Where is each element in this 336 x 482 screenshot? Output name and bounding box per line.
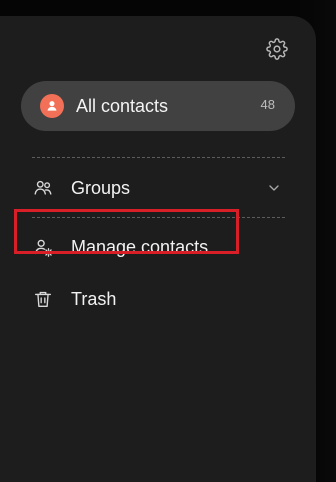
groups-menu-item[interactable]: Groups [22,167,297,209]
groups-label: Groups [71,178,131,198]
groups-icon [32,177,54,199]
trash-label: Trash [71,289,117,309]
chevron-down-icon [266,180,282,196]
person-icon [40,94,64,118]
manage-contacts-icon [32,236,54,258]
gear-icon [266,37,288,63]
settings-button[interactable] [263,36,291,64]
app-screen: All contacts 48 Groups Manage contacts T… [0,0,336,482]
all-contacts-label: All contacts [76,96,169,116]
contacts-count: 48 [260,97,275,112]
all-contacts-item[interactable]: All contacts 48 [21,81,295,131]
manage-contacts-label: Manage contacts [71,237,209,257]
navigation-drawer: All contacts 48 Groups Manage contacts T… [0,16,316,482]
dashed-divider [32,217,285,218]
dashed-divider [32,157,285,158]
manage-contacts-menu-item[interactable]: Manage contacts [22,226,297,268]
trash-menu-item[interactable]: Trash [22,278,297,320]
trash-icon [32,288,54,310]
